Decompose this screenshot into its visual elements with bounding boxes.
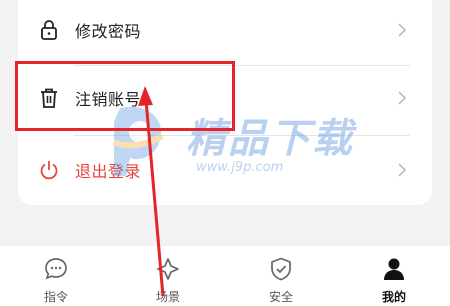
chevron-right-icon	[396, 90, 408, 106]
tab-label: 安全	[268, 290, 293, 304]
tab-commands[interactable]: 指令	[0, 246, 112, 306]
annotation-highlight-box	[15, 61, 235, 131]
lock-icon	[38, 19, 60, 41]
tab-label: 场景	[155, 290, 180, 304]
settings-screen: 修改密码 注销账号 退出登录 精品下载 www.j9p.com 指令 场景 安全…	[0, 0, 450, 306]
tab-security[interactable]: 安全	[225, 246, 337, 306]
menu-item-logout[interactable]: 退出登录	[18, 137, 432, 203]
divider	[74, 135, 410, 136]
menu-item-label: 修改密码	[75, 22, 142, 41]
scene-icon	[155, 256, 181, 282]
power-icon	[38, 159, 60, 181]
chevron-right-icon	[396, 22, 408, 38]
chat-bubble-icon	[43, 256, 69, 282]
tab-scenes[interactable]: 场景	[112, 246, 224, 306]
menu-item-change-password[interactable]: 修改密码	[18, 0, 432, 63]
menu-item-label: 退出登录	[75, 162, 142, 181]
tab-me[interactable]: 我的	[338, 246, 450, 306]
tab-label: 我的	[381, 290, 406, 304]
user-icon	[381, 256, 407, 282]
shield-check-icon	[268, 256, 294, 282]
chevron-right-icon	[396, 162, 408, 178]
tab-label: 指令	[43, 290, 68, 304]
bottom-tab-bar: 指令 场景 安全 我的	[0, 246, 450, 306]
